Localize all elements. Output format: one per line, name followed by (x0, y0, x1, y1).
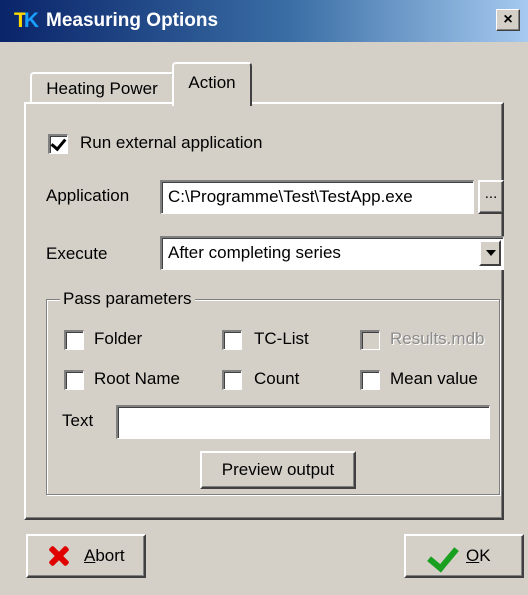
folder-label: Folder (94, 329, 143, 348)
ok-label: OK (466, 546, 491, 565)
measuring-options-dialog: TK Measuring Options × Heating Power Act… (0, 0, 528, 595)
run-external-checkbox[interactable] (48, 134, 68, 154)
count-label: Count (254, 369, 300, 388)
results-mdb-checkbox (360, 330, 380, 350)
mean-value-checkbox[interactable] (360, 370, 380, 390)
count-checkbox[interactable] (222, 370, 242, 390)
application-label: Application (46, 186, 130, 205)
checkmark-icon (50, 134, 67, 152)
results-mdb-label: Results.mdb (390, 329, 485, 348)
root-name-label: Root Name (94, 369, 180, 388)
window-title: Measuring Options (46, 10, 219, 31)
text-label: Text (62, 411, 94, 430)
folder-checkbox[interactable] (64, 330, 84, 350)
tc-list-label: TC-List (254, 329, 309, 348)
title-bar[interactable]: TK Measuring Options × (0, 0, 528, 42)
preview-output-button[interactable]: Preview output (200, 451, 356, 489)
dropdown-arrow-button[interactable] (479, 240, 501, 266)
abort-button[interactable]: Abort (26, 534, 146, 578)
execute-dropdown[interactable]: After completing series (160, 236, 504, 270)
ok-check-icon (427, 539, 459, 573)
tab-heating-power[interactable]: Heating Power (30, 72, 174, 104)
pass-parameters-title: Pass parameters (60, 290, 195, 308)
root-name-checkbox[interactable] (64, 370, 84, 390)
mean-value-label: Mean value (390, 369, 478, 388)
tab-action[interactable]: Action (172, 62, 252, 106)
execute-label: Execute (46, 244, 108, 263)
tc-list-checkbox[interactable] (222, 330, 242, 350)
application-path-field[interactable]: C:\Programme\Test\TestApp.exe (160, 180, 474, 214)
chevron-down-icon (486, 250, 496, 256)
abort-label: Abort (84, 546, 125, 565)
execute-selected-value: After completing series (168, 243, 341, 262)
ok-button[interactable]: OK (404, 534, 524, 578)
abort-x-icon (48, 545, 70, 567)
app-logo-icon: TK (14, 9, 39, 32)
text-input[interactable] (116, 405, 490, 439)
close-button[interactable]: × (496, 9, 520, 31)
browse-button[interactable]: ... (478, 180, 504, 214)
run-external-label: Run external application (80, 133, 263, 152)
